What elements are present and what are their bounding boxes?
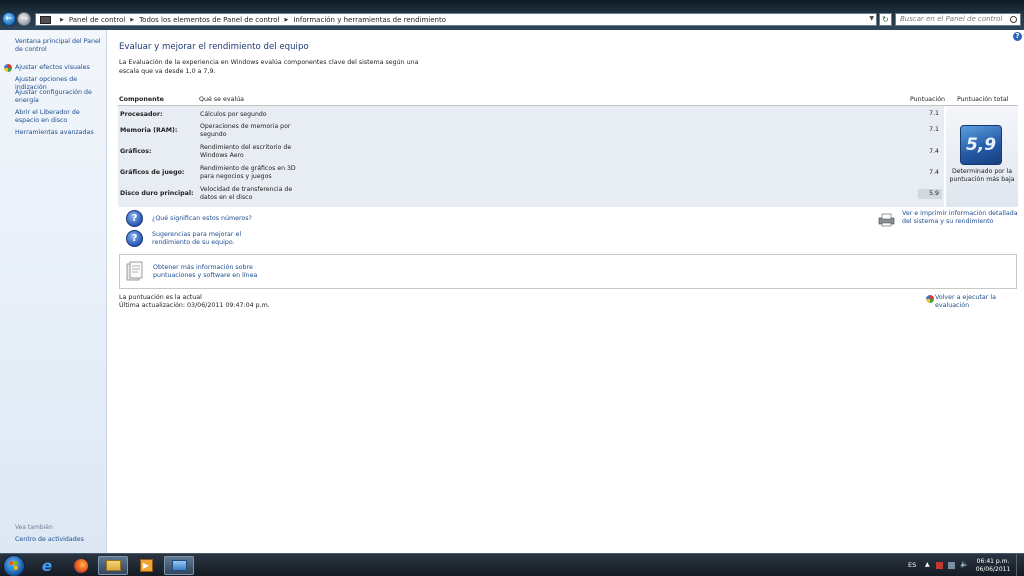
score-graphics: 7.4 — [929, 148, 939, 155]
sidebar-item-advanced-tools[interactable]: Herramientas avanzadas — [15, 129, 105, 137]
question-icon: ? — [126, 210, 143, 227]
online-info-box: Obtener más información sobre puntuacion… — [119, 254, 1017, 289]
base-score-caption: Determinado por la puntuación más baja — [949, 168, 1015, 183]
sidebar-item-visual-effects[interactable]: Ajustar efectos visuales — [15, 64, 105, 72]
header-component: Componente — [119, 96, 164, 103]
taskbar-internet-explorer[interactable]: e — [32, 556, 62, 575]
arrow-left-icon: ← — [5, 14, 13, 24]
main-content: ? Evaluar y mejorar el rendimiento del e… — [108, 30, 1024, 553]
refresh-button[interactable]: ↻ — [879, 13, 892, 26]
arrow-right-icon: → — [20, 14, 28, 24]
page-title: Evaluar y mejorar el rendimiento del equ… — [119, 42, 309, 52]
score-table: Componente Qué se evalúa Puntuación Punt… — [118, 92, 1018, 207]
volume-icon[interactable]: 🔈 — [960, 560, 969, 568]
clock-time[interactable]: 06:41 p.m. — [973, 558, 1013, 565]
component-memory: Memoria (RAM): — [120, 127, 178, 134]
action-center-flag-icon[interactable] — [936, 562, 943, 569]
back-button[interactable]: ← — [2, 12, 16, 26]
media-player-icon: ▶ — [139, 559, 153, 572]
sidebar-item-action-center[interactable]: Centro de actividades — [15, 536, 105, 544]
score-processor: 7.1 — [929, 110, 939, 117]
windows-shield-icon — [4, 64, 12, 72]
forward-button[interactable]: → — [17, 12, 31, 26]
breadcrumb-performance[interactable]: Información y herramientas de rendimient… — [293, 16, 446, 24]
desc-primary-disk: Velocidad de transferencia de datos en e… — [200, 186, 293, 201]
component-graphics: Gráficos: — [120, 148, 152, 155]
chevron-down-icon[interactable]: ▼ — [869, 15, 874, 22]
intro-text: La Evaluación de la experiencia en Windo… — [119, 59, 419, 75]
what-numbers-mean-link[interactable]: ¿Qué significan estos números? — [152, 215, 252, 223]
search-placeholder: Buscar en el Panel de control — [900, 15, 1003, 23]
header-subscore: Puntuación — [910, 96, 946, 103]
header-base-score: Puntuación total — [957, 96, 1009, 103]
desc-gaming-graphics: Rendimiento de gráficos en 3D para negoc… — [200, 165, 296, 180]
sidebar-item-power-settings[interactable]: Ajustar configuración de energía — [15, 89, 105, 105]
taskbar-explorer[interactable] — [98, 556, 128, 575]
show-desktop-button[interactable] — [1016, 554, 1024, 576]
see-also-heading: Vea también — [15, 524, 53, 531]
show-hidden-icons-button[interactable]: ▲ — [925, 561, 932, 568]
taskbar-firefox[interactable] — [66, 556, 96, 575]
component-gaming-graphics: Gráficos de juego: — [120, 169, 185, 176]
desc-graphics: Rendimiento del escritorio de Windows Ae… — [200, 144, 292, 159]
search-input[interactable]: Buscar en el Panel de control — [895, 13, 1021, 26]
last-update: Última actualización: 03/06/2011 09:47:0… — [119, 302, 270, 309]
address-bar[interactable]: ▶ Panel de control ▶ Todos los elementos… — [35, 13, 877, 26]
score-status: La puntuación es la actual — [119, 294, 202, 301]
system-tray: ES ▲ 🔈 06:41 p.m. 06/06/2011 — [904, 554, 1024, 576]
performance-tips-link[interactable]: Sugerencias para mejorar el rendimiento … — [152, 231, 272, 247]
documents-icon — [126, 261, 143, 281]
taskbar-control-panel[interactable] — [164, 556, 194, 575]
sidebar-item-disk-cleanup[interactable]: Abrir el Liberador de espacio en disco — [15, 109, 105, 125]
chevron-right-icon[interactable]: ▶ — [285, 17, 289, 23]
language-indicator[interactable]: ES — [908, 561, 916, 569]
search-icon — [1010, 16, 1017, 23]
refresh-icon: ↻ — [882, 15, 889, 24]
rerun-assessment-link[interactable]: Volver a ejecutar la evaluación — [935, 294, 1024, 310]
help-icon[interactable]: ? — [1013, 32, 1022, 41]
windows-logo-icon — [9, 561, 18, 570]
taskbar: e ▶ ES ▲ 🔈 06:41 p.m. 06/06/2011 — [0, 553, 1024, 576]
score-gaming-graphics: 7.4 — [929, 169, 939, 176]
windows-shield-icon — [926, 295, 934, 303]
chevron-right-icon[interactable]: ▶ — [130, 17, 134, 23]
base-score-panel: 5,9 Determinado por la puntuación más ba… — [946, 106, 1018, 207]
more-info-online-link[interactable]: Obtener más información sobre puntuacion… — [153, 264, 263, 280]
internet-explorer-icon: e — [41, 556, 53, 575]
score-primary-disk: 5.9 — [918, 189, 942, 199]
header-rated: Qué se evalúa — [199, 96, 245, 103]
component-processor: Procesador: — [120, 111, 163, 118]
printer-icon — [878, 213, 895, 227]
table-header: Componente Qué se evalúa Puntuación Punt… — [118, 92, 1018, 106]
start-button[interactable] — [3, 555, 25, 576]
desc-memory: Operaciones de memoria por segundo — [200, 123, 291, 138]
question-icon: ? — [126, 230, 143, 247]
network-icon[interactable] — [948, 562, 955, 569]
chevron-right-icon: ▶ — [60, 16, 64, 23]
taskbar-media-player[interactable]: ▶ — [131, 556, 161, 575]
window-title-bar: ← → ▶ Panel de control ▶ Todos los eleme… — [0, 0, 1024, 30]
score-memory: 7.1 — [929, 126, 939, 133]
desc-processor: Cálculos por segundo — [200, 111, 267, 118]
folder-icon — [105, 560, 121, 571]
sidebar-item-control-panel-home[interactable]: Ventana principal del Panel de control — [15, 38, 105, 54]
clock-date[interactable]: 06/06/2011 — [973, 566, 1013, 573]
control-panel-icon — [40, 15, 51, 24]
sidebar: Ventana principal del Panel de control A… — [0, 30, 107, 553]
print-details-link[interactable]: Ver e imprimir información detallada del… — [902, 210, 1020, 226]
base-score-badge: 5,9 — [960, 125, 1002, 165]
control-panel-icon — [171, 560, 187, 571]
breadcrumb-all-items[interactable]: Todos los elementos de Panel de control — [139, 16, 279, 24]
breadcrumb-control-panel[interactable]: Panel de control — [69, 16, 125, 24]
firefox-icon — [74, 558, 88, 573]
component-primary-disk: Disco duro principal: — [120, 190, 194, 197]
